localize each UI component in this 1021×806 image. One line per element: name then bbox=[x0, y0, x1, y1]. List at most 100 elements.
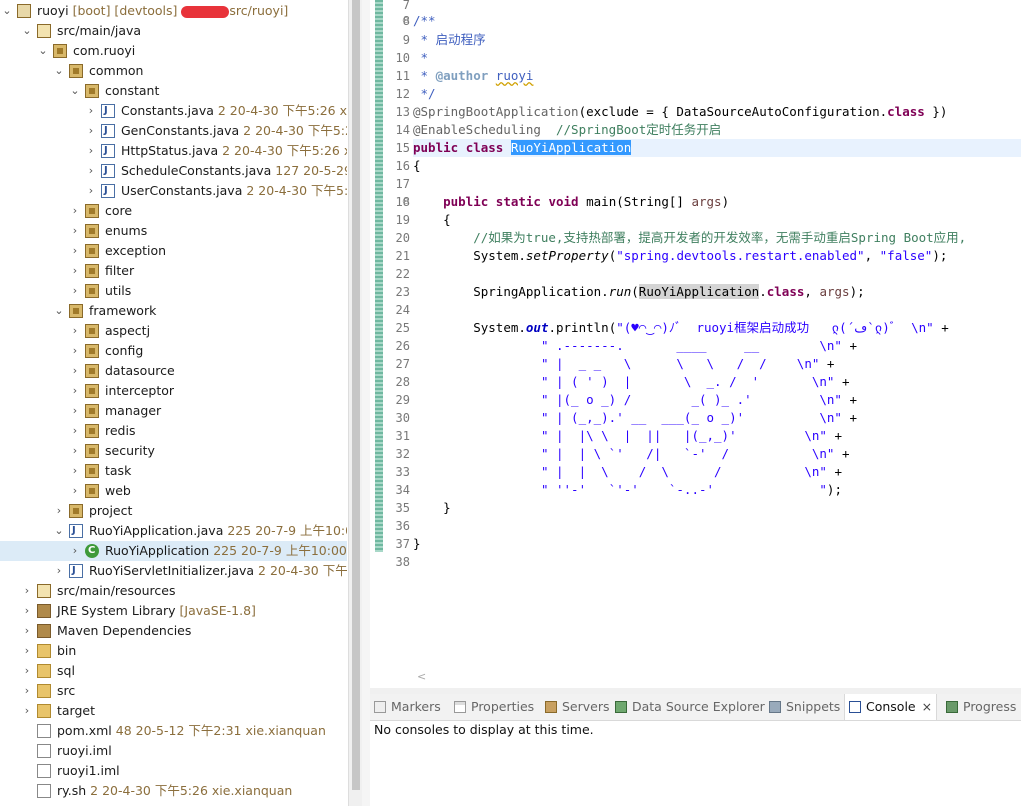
chevron-right-icon[interactable]: › bbox=[22, 641, 32, 661]
tree-item-package[interactable]: › aspectj bbox=[0, 321, 347, 341]
tree-item-folder[interactable]: › src bbox=[0, 681, 347, 701]
chevron-right-icon[interactable]: › bbox=[86, 161, 96, 181]
tree-item-package[interactable]: › filter bbox=[0, 261, 347, 281]
tab-console[interactable]: Console ⨯ bbox=[844, 694, 938, 720]
chevron-right-icon[interactable]: › bbox=[70, 441, 80, 461]
chevron-right-icon[interactable]: › bbox=[70, 481, 80, 501]
chevron-right-icon[interactable]: › bbox=[70, 341, 80, 361]
tree-item-java-file[interactable]: › ScheduleConstants.java 127 20-5-29 下 bbox=[0, 161, 347, 181]
chevron-right-icon[interactable]: › bbox=[70, 241, 80, 261]
code-text: ); bbox=[932, 248, 948, 263]
chevron-right-icon[interactable]: › bbox=[22, 581, 32, 601]
tree-item-java-file[interactable]: › Constants.java 2 20-4-30 下午5:26 xie. bbox=[0, 101, 347, 121]
tree-item-src-main-resources[interactable]: › src/main/resources bbox=[0, 581, 347, 601]
scrollbar-thumb[interactable] bbox=[352, 0, 360, 790]
selected-class-name[interactable]: RuoYiApplication bbox=[510, 140, 632, 155]
tab-data-source-explorer[interactable]: Data Source Explorer bbox=[615, 694, 765, 720]
tab-properties[interactable]: Properties bbox=[454, 694, 534, 720]
tab-progress[interactable]: Progress bbox=[946, 694, 1016, 720]
chevron-right-icon[interactable]: › bbox=[22, 661, 32, 681]
library-icon bbox=[37, 604, 51, 618]
chevron-right-icon[interactable]: › bbox=[70, 361, 80, 381]
tree-item-package[interactable]: › security bbox=[0, 441, 347, 461]
chevron-right-icon[interactable]: › bbox=[22, 681, 32, 701]
tree-item-app-file[interactable]: ⌄ RuoYiApplication.java 225 20-7-9 上午10:… bbox=[0, 521, 347, 541]
tree-item-package[interactable]: › utils bbox=[0, 281, 347, 301]
chevron-right-icon[interactable]: › bbox=[22, 701, 32, 721]
tree-item-servlet-file[interactable]: › RuoYiServletInitializer.java 2 20-4-30… bbox=[0, 561, 347, 581]
tree-item-package[interactable]: › manager bbox=[0, 401, 347, 421]
tree-item-project-root[interactable]: ⌄ ruoyi [boot] [devtools] src/ruoyi] bbox=[0, 1, 347, 21]
chevron-right-icon[interactable]: › bbox=[86, 121, 96, 141]
tab-servers[interactable]: Servers bbox=[545, 694, 610, 720]
tree-item-package[interactable]: › task bbox=[0, 461, 347, 481]
tree-item-package[interactable]: › config bbox=[0, 341, 347, 361]
tree-item-folder[interactable]: › bin bbox=[0, 641, 347, 661]
chevron-down-icon[interactable]: ⌄ bbox=[54, 301, 64, 321]
chevron-right-icon[interactable]: › bbox=[70, 461, 80, 481]
chevron-right-icon[interactable]: › bbox=[70, 201, 80, 221]
tree-item-package[interactable]: › redis bbox=[0, 421, 347, 441]
chevron-right-icon[interactable]: › bbox=[70, 401, 80, 421]
view-splitter[interactable] bbox=[362, 0, 370, 806]
tab-markers[interactable]: Markers bbox=[374, 694, 441, 720]
tab-snippets[interactable]: Snippets bbox=[769, 694, 840, 720]
tree-item-package[interactable]: › datasource bbox=[0, 361, 347, 381]
tree-item-file[interactable]: pom.xml 48 20-5-12 下午2:31 xie.xianquan bbox=[0, 721, 347, 741]
chevron-right-icon[interactable]: › bbox=[54, 501, 64, 521]
tree-item-src-main-java[interactable]: ⌄ src/main/java bbox=[0, 21, 347, 41]
tree-item-maven[interactable]: › Maven Dependencies bbox=[0, 621, 347, 641]
tree-item-file[interactable]: ry.sh 2 20-4-30 下午5:26 xie.xianquan bbox=[0, 781, 347, 801]
chevron-down-icon[interactable]: ⌄ bbox=[70, 81, 80, 101]
tree-item-jre[interactable]: › JRE System Library [JavaSE-1.8] bbox=[0, 601, 347, 621]
scroll-left-arrow[interactable]: < bbox=[413, 670, 426, 683]
chevron-right-icon[interactable]: › bbox=[54, 561, 64, 581]
tree-scrollbar[interactable] bbox=[348, 0, 363, 806]
horizontal-scrollbar[interactable]: < bbox=[413, 668, 1021, 686]
chevron-right-icon[interactable]: › bbox=[70, 541, 80, 561]
chevron-down-icon[interactable]: ⌄ bbox=[2, 1, 12, 21]
tree-item-java-file[interactable]: › UserConstants.java 2 20-4-30 下午5:26 bbox=[0, 181, 347, 201]
chevron-right-icon[interactable]: › bbox=[70, 321, 80, 341]
tree-item-file[interactable]: ruoyi.iml bbox=[0, 741, 347, 761]
chevron-down-icon[interactable]: ⌄ bbox=[54, 61, 64, 81]
file-meta: 2 20-4-30 下午5:26 xie bbox=[222, 143, 347, 158]
tree-item-project-pkg[interactable]: › project bbox=[0, 501, 347, 521]
chevron-right-icon[interactable]: › bbox=[86, 141, 96, 161]
tree-item-com-ruoyi[interactable]: ⌄ com.ruoyi bbox=[0, 41, 347, 61]
chevron-right-icon[interactable]: › bbox=[86, 181, 96, 201]
chevron-right-icon[interactable]: › bbox=[70, 221, 80, 241]
chevron-right-icon[interactable]: › bbox=[22, 621, 32, 641]
tree-item-package[interactable]: › enums bbox=[0, 221, 347, 241]
chevron-right-icon[interactable]: › bbox=[70, 421, 80, 441]
tree-item-package[interactable]: › core bbox=[0, 201, 347, 221]
chevron-down-icon[interactable]: ⌄ bbox=[38, 41, 48, 61]
tree-item-framework[interactable]: ⌄ framework bbox=[0, 301, 347, 321]
fold-minus-icon[interactable]: ⊖ bbox=[402, 12, 410, 30]
chevron-down-icon[interactable]: ⌄ bbox=[22, 21, 32, 41]
tree-item-package[interactable]: › exception bbox=[0, 241, 347, 261]
close-icon[interactable]: ⨯ bbox=[922, 699, 932, 714]
tree-item-app-class[interactable]: › RuoYiApplication 225 20-7-9 上午10:00 li bbox=[0, 541, 347, 561]
code-area[interactable]: /** * 启动程序 * * @author ruoyi */ @SpringB… bbox=[413, 0, 1021, 688]
code-text: ) bbox=[721, 194, 730, 209]
fold-minus-icon[interactable]: ⊖ bbox=[402, 193, 410, 211]
tree-item-java-file[interactable]: › HttpStatus.java 2 20-4-30 下午5:26 xie bbox=[0, 141, 347, 161]
tree-item-package[interactable]: › interceptor bbox=[0, 381, 347, 401]
tree-item-java-file[interactable]: › GenConstants.java 2 20-4-30 下午5:26 bbox=[0, 121, 347, 141]
string-literal: "false" bbox=[879, 248, 933, 263]
tree-item-folder[interactable]: › sql bbox=[0, 661, 347, 681]
chevron-right-icon[interactable]: › bbox=[22, 601, 32, 621]
chevron-down-icon[interactable]: ⌄ bbox=[54, 521, 64, 541]
code-text: SpringApplication. bbox=[473, 284, 609, 299]
tree-item-folder[interactable]: › target bbox=[0, 701, 347, 721]
chevron-right-icon[interactable]: › bbox=[86, 101, 96, 121]
chevron-right-icon[interactable]: › bbox=[70, 281, 80, 301]
chevron-right-icon[interactable]: › bbox=[70, 381, 80, 401]
tree-item-constant[interactable]: ⌄ constant bbox=[0, 81, 347, 101]
chevron-right-icon[interactable]: › bbox=[70, 261, 80, 281]
java-editor[interactable]: 7 8 9 10 11 12 13 14 15 16 17 18 19 20 2… bbox=[370, 0, 1021, 688]
tree-item-file[interactable]: ruoyi1.iml bbox=[0, 761, 347, 781]
tree-item-common[interactable]: ⌄ common bbox=[0, 61, 347, 81]
tree-item-package[interactable]: › web bbox=[0, 481, 347, 501]
